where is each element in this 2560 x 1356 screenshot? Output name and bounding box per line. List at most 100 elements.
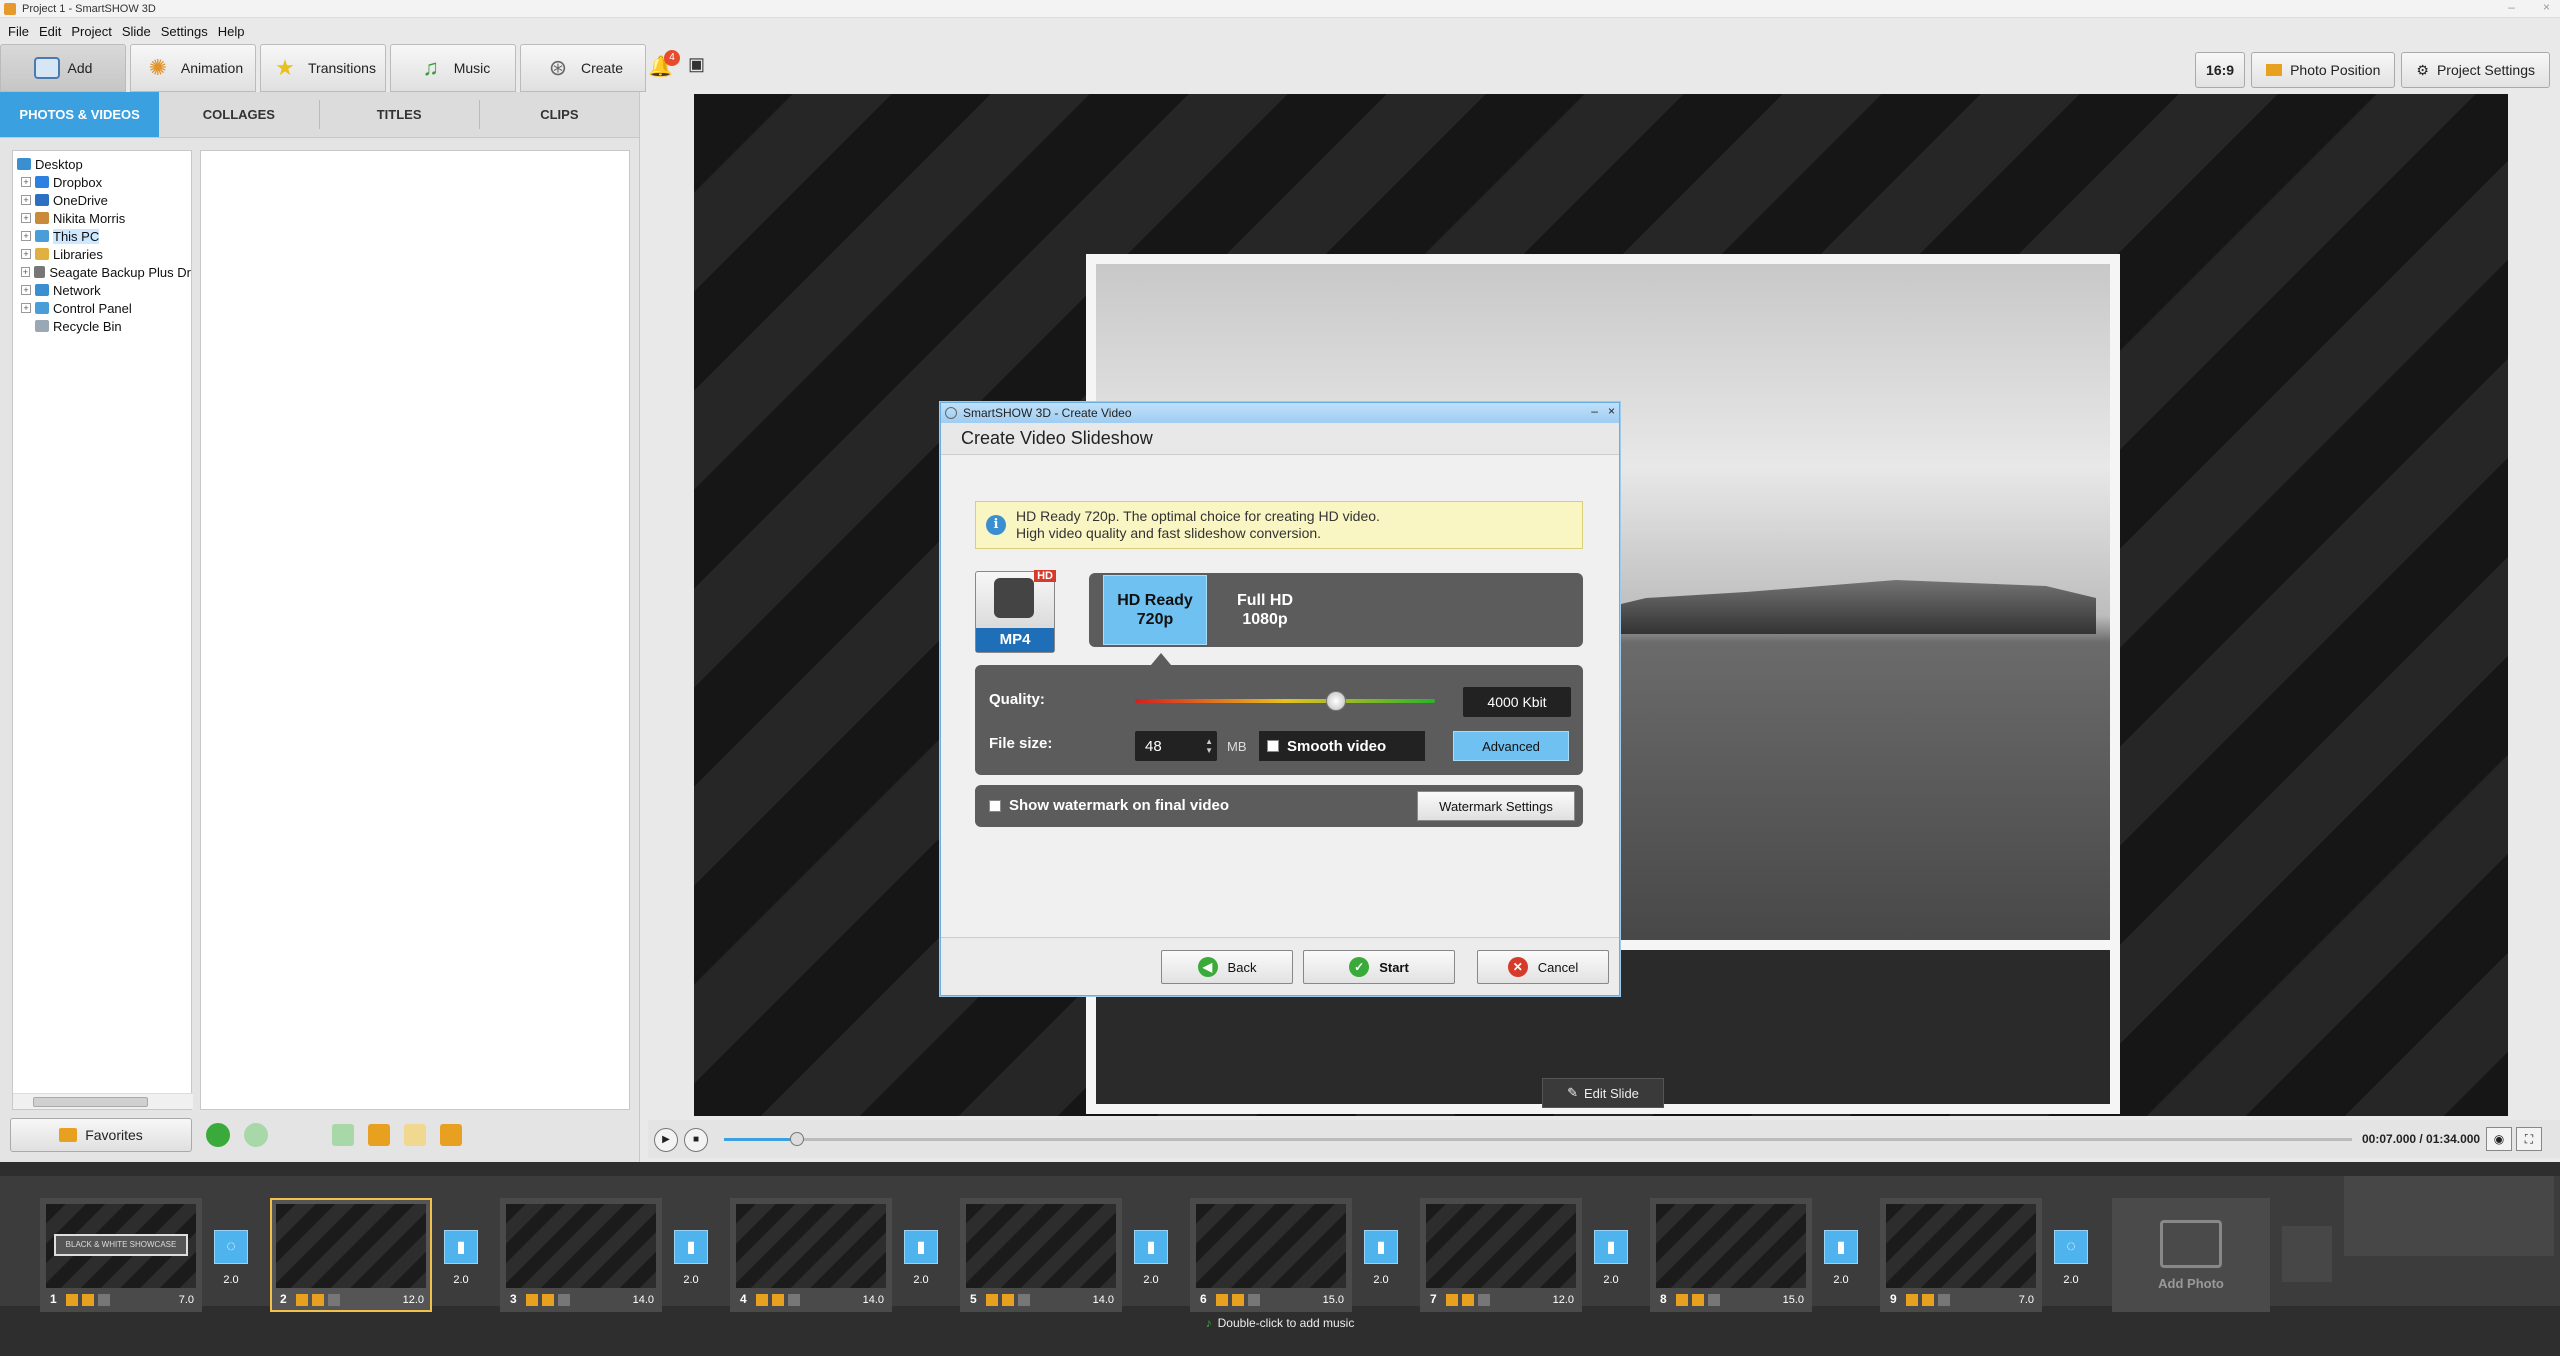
- resolution-hd-ready[interactable]: HD Ready 720p: [1103, 575, 1207, 645]
- timeline-slide[interactable]: 8 15.0: [1650, 1198, 1812, 1312]
- speaker-icon[interactable]: [1248, 1294, 1260, 1306]
- edit-pencil-icon[interactable]: [1002, 1294, 1014, 1306]
- menu-settings[interactable]: Settings: [161, 24, 208, 39]
- cancel-button[interactable]: ✕ Cancel: [1477, 950, 1609, 984]
- snapshot-camera-icon[interactable]: ◉: [2486, 1127, 2512, 1151]
- timeline-slide[interactable]: 2 12.0: [270, 1198, 432, 1312]
- transition-icon[interactable]: ▮: [674, 1230, 708, 1264]
- start-button[interactable]: ✓ Start: [1303, 950, 1455, 984]
- expand-icon[interactable]: +: [21, 303, 31, 313]
- scrollbar-thumb[interactable]: [33, 1097, 148, 1107]
- tab-create[interactable]: ⊛ Create: [520, 44, 646, 92]
- menu-slide[interactable]: Slide: [122, 24, 151, 39]
- speaker-icon[interactable]: [98, 1294, 110, 1306]
- tree-horizontal-scrollbar[interactable]: [13, 1093, 193, 1109]
- timeline-slide[interactable]: BLACK & WHITE SHOWCASE 1 7.0: [40, 1198, 202, 1312]
- advanced-button[interactable]: Advanced: [1453, 731, 1569, 761]
- tab-animation[interactable]: ✺ Animation: [130, 44, 256, 92]
- tree-node[interactable]: + Libraries: [17, 245, 191, 263]
- aspect-ratio-button[interactable]: 16:9: [2195, 52, 2246, 88]
- home-icon[interactable]: [368, 1124, 390, 1146]
- play-icon[interactable]: ▶: [654, 1128, 678, 1152]
- fullscreen-icon[interactable]: ⛶: [2516, 1127, 2542, 1151]
- file-browser[interactable]: [200, 150, 630, 1110]
- timeline-slide[interactable]: 3 14.0: [500, 1198, 662, 1312]
- timeline-slide[interactable]: 7 12.0: [1420, 1198, 1582, 1312]
- edit-pencil-icon[interactable]: [1922, 1294, 1934, 1306]
- transition-slot[interactable]: ▮ 2.0: [1820, 1226, 1862, 1306]
- speaker-icon[interactable]: [558, 1294, 570, 1306]
- speaker-icon[interactable]: [1478, 1294, 1490, 1306]
- tab-music[interactable]: ♫ Music: [390, 44, 516, 92]
- subtab-photos-videos[interactable]: PHOTOS & VIDEOS: [0, 92, 160, 137]
- tree-node[interactable]: + Network: [17, 281, 191, 299]
- add-photo-slot[interactable]: Add Photo: [2112, 1198, 2270, 1312]
- edit-pencil-icon[interactable]: [1232, 1294, 1244, 1306]
- edit-pencil-icon[interactable]: [1462, 1294, 1474, 1306]
- tree-node[interactable]: + Nikita Morris: [17, 209, 191, 227]
- transition-icon[interactable]: ▮: [444, 1230, 478, 1264]
- transition-icon[interactable]: ▮: [904, 1230, 938, 1264]
- notifications-bell-icon[interactable]: 🔔 4: [648, 50, 680, 80]
- photo-position-button[interactable]: Photo Position: [2251, 52, 2396, 88]
- stop-icon[interactable]: ■: [684, 1128, 708, 1152]
- edit-pencil-icon[interactable]: [756, 1294, 768, 1306]
- smooth-video-toggle[interactable]: Smooth video: [1259, 731, 1425, 761]
- resolution-full-hd[interactable]: Full HD 1080p: [1213, 575, 1317, 645]
- transition-icon[interactable]: ◌: [2054, 1230, 2088, 1264]
- speaker-icon[interactable]: [788, 1294, 800, 1306]
- project-settings-button[interactable]: ⚙ Project Settings: [2401, 52, 2550, 88]
- speaker-icon[interactable]: [1938, 1294, 1950, 1306]
- expand-icon[interactable]: +: [21, 267, 30, 277]
- timeline-slide[interactable]: 4 14.0: [730, 1198, 892, 1312]
- close-button[interactable]: ×: [2543, 0, 2550, 14]
- new-folder-icon[interactable]: [440, 1124, 462, 1146]
- edit-pencil-icon[interactable]: [296, 1294, 308, 1306]
- edit-pencil-icon[interactable]: [772, 1294, 784, 1306]
- edit-slide-button[interactable]: ✎ Edit Slide: [1542, 1078, 1664, 1108]
- transition-slot[interactable]: ▮ 2.0: [670, 1226, 712, 1306]
- edit-pencil-icon[interactable]: [312, 1294, 324, 1306]
- transition-icon[interactable]: ◌: [214, 1230, 248, 1264]
- transition-icon[interactable]: ▮: [1594, 1230, 1628, 1264]
- watermark-checkbox[interactable]: [989, 799, 1001, 812]
- expand-icon[interactable]: +: [21, 213, 31, 223]
- speaker-icon[interactable]: [1708, 1294, 1720, 1306]
- down-arrow-icon[interactable]: [332, 1124, 354, 1146]
- transition-slot[interactable]: ▮ 2.0: [440, 1226, 482, 1306]
- filesize-input[interactable]: 48 ▲ ▼: [1135, 731, 1217, 761]
- favorites-button[interactable]: Favorites: [10, 1118, 192, 1152]
- expand-icon[interactable]: +: [21, 231, 31, 241]
- quality-slider-knob[interactable]: [1326, 691, 1346, 711]
- smooth-video-checkbox[interactable]: [1267, 740, 1279, 752]
- tree-node[interactable]: + Dropbox: [17, 173, 191, 191]
- menu-help[interactable]: Help: [218, 24, 245, 39]
- tree-node[interactable]: + This PC: [17, 227, 191, 245]
- dialog-minimize-button[interactable]: –: [1591, 404, 1598, 418]
- edit-pencil-icon[interactable]: [1216, 1294, 1228, 1306]
- playback-knob[interactable]: [790, 1132, 805, 1146]
- tree-node[interactable]: + Seagate Backup Plus Dr: [17, 263, 191, 281]
- transition-slot[interactable]: ◌ 2.0: [2050, 1226, 2092, 1306]
- edit-pencil-icon[interactable]: [526, 1294, 538, 1306]
- tab-transitions[interactable]: ★ Transitions: [260, 44, 386, 92]
- edit-pencil-icon[interactable]: [82, 1294, 94, 1306]
- tree-node[interactable]: + OneDrive: [17, 191, 191, 209]
- edit-pencil-icon[interactable]: [1906, 1294, 1918, 1306]
- tree-node[interactable]: Recycle Bin: [17, 317, 191, 335]
- edit-pencil-icon[interactable]: [1676, 1294, 1688, 1306]
- transition-slot[interactable]: ▮ 2.0: [1360, 1226, 1402, 1306]
- menu-file[interactable]: File: [8, 24, 29, 39]
- subtab-titles[interactable]: TITLES: [320, 100, 480, 129]
- subtab-collages[interactable]: COLLAGES: [159, 100, 320, 129]
- transition-icon[interactable]: ▮: [1824, 1230, 1858, 1264]
- playback-slider[interactable]: [724, 1132, 2352, 1146]
- minimize-button[interactable]: –: [2508, 0, 2515, 14]
- expand-icon[interactable]: +: [21, 195, 31, 205]
- edit-pencil-icon[interactable]: [1692, 1294, 1704, 1306]
- subtab-clips[interactable]: CLIPS: [480, 100, 639, 129]
- back-button[interactable]: ◀ Back: [1161, 950, 1293, 984]
- forward-arrow-icon[interactable]: [244, 1123, 268, 1147]
- tab-add[interactable]: Add: [0, 44, 126, 92]
- dialog-close-button[interactable]: ×: [1608, 404, 1615, 418]
